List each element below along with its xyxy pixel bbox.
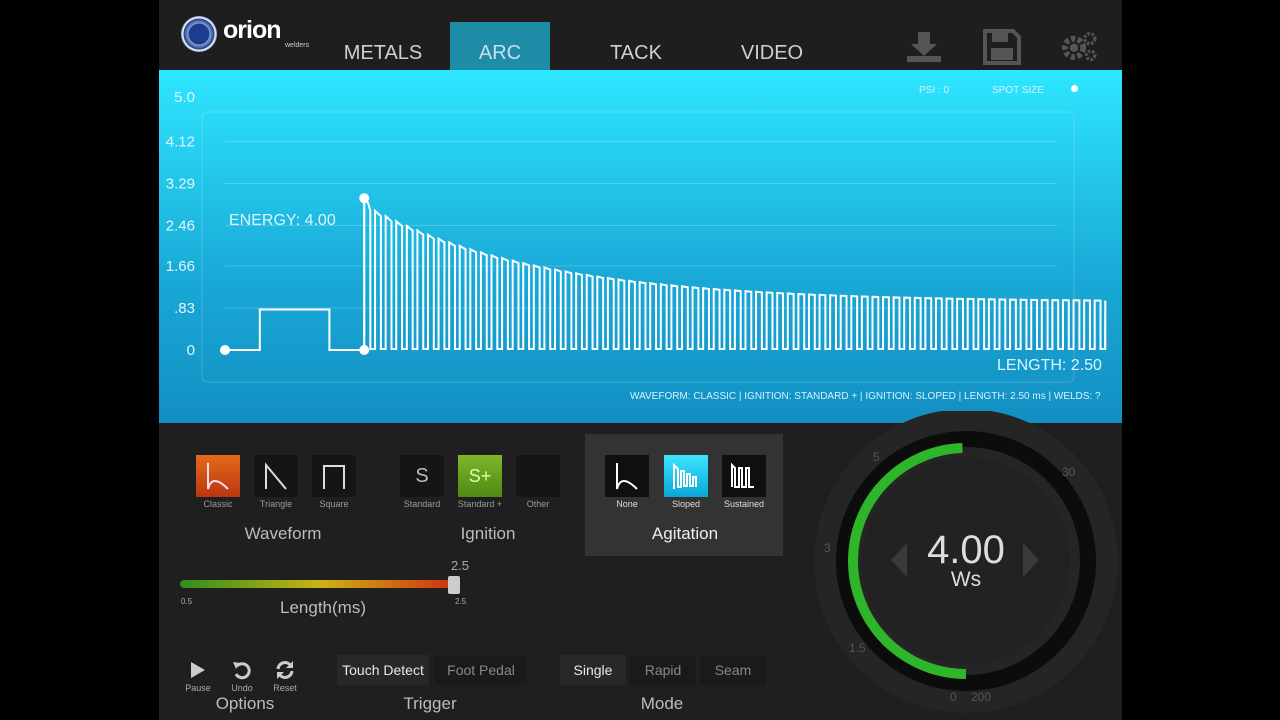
length-slider-thumb[interactable] xyxy=(448,576,460,594)
tab-arc[interactable]: ARC xyxy=(450,22,550,70)
orion-logo: orion welders xyxy=(181,14,309,54)
length-title: Length(ms) xyxy=(280,598,366,617)
controls-panel: Classic Triangle Square Waveform S S+ St… xyxy=(159,411,1122,720)
mode-rapid[interactable]: Rapid xyxy=(630,655,696,685)
dial-tick-0: 0 xyxy=(950,690,957,704)
y-tick-label: 2.46 xyxy=(166,218,195,235)
triangle-wave-icon xyxy=(265,462,287,490)
waveform-handle xyxy=(220,345,230,355)
y-tick-label: 1.66 xyxy=(166,258,195,275)
plot-frame xyxy=(201,111,1075,383)
waveform-group-title: Waveform xyxy=(244,524,322,543)
logo-subtext: welders xyxy=(285,42,310,49)
waveform-graph[interactable]: 5.0 4.12 3.29 2.46 1.66 .83 0 PSI : 0 SPOT SIZ… xyxy=(159,70,1122,423)
length-label: LENGTH: 2.50 xyxy=(997,357,1102,374)
waveform-square-label: Square xyxy=(319,499,349,509)
mode-single[interactable]: Single xyxy=(560,655,626,685)
sloped-agitation-icon xyxy=(673,462,697,489)
tab-tack[interactable]: TACK xyxy=(586,22,686,70)
waveform-triangle-button[interactable] xyxy=(254,455,298,497)
agitation-none-label: None xyxy=(616,499,638,509)
dial-unit: Ws xyxy=(950,568,982,591)
ignition-standard-plus-button[interactable]: S+ xyxy=(458,455,502,497)
agitation-sloped-label: Sloped xyxy=(671,499,701,509)
y-tick-label: 3.29 xyxy=(166,176,195,193)
mode-seam[interactable]: Seam xyxy=(700,655,766,685)
settings-summary: WAVEFORM: CLASSIC | IGNITION: STANDARD +… xyxy=(630,391,1101,402)
reset-icon[interactable] xyxy=(274,659,296,681)
trigger-foot-pedal[interactable]: Foot Pedal xyxy=(435,655,527,685)
mode-group-title: Mode xyxy=(640,694,684,713)
options-group-title: Options xyxy=(215,694,275,713)
length-value-readout: 2.5 xyxy=(450,558,470,573)
dial-tick-30: 30 xyxy=(1062,465,1076,479)
y-tick-label: 4.12 xyxy=(166,134,195,151)
reset-label: Reset xyxy=(273,683,297,693)
ignition-other-button[interactable] xyxy=(516,455,560,497)
y-tick-label: .83 xyxy=(174,300,195,317)
dial-tick-3: 3 xyxy=(824,541,831,555)
spot-size-indicator[interactable] xyxy=(1071,85,1078,92)
ignition-standard-label: Standard xyxy=(403,499,441,509)
sustained-agitation-icon xyxy=(731,462,754,488)
spot-size-label: SPOT SIZE xyxy=(992,85,1045,96)
agitation-none-button[interactable] xyxy=(605,455,649,497)
waveform-square-button[interactable] xyxy=(312,455,356,497)
pause-label: Pause xyxy=(185,683,211,693)
classic-wave-icon xyxy=(207,463,229,490)
download-icon[interactable] xyxy=(904,28,944,66)
ignition-group-title: Ignition xyxy=(460,524,516,543)
tab-metals[interactable]: METALS xyxy=(333,22,433,70)
welder-app: orion welders METALS ARC TACK VIDEO 5.0 4… xyxy=(159,0,1122,720)
undo-label: Undo xyxy=(231,683,253,693)
trigger-touch-detect[interactable]: Touch Detect xyxy=(337,655,429,685)
agitation-sustained-label: Sustained xyxy=(723,499,765,509)
trigger-group-title: Trigger xyxy=(403,694,457,713)
top-navigation-bar: orion welders METALS ARC TACK VIDEO xyxy=(159,0,1122,70)
dial-tick-5: 5 xyxy=(873,450,880,464)
energy-label: ENERGY: 4.00 xyxy=(229,212,336,229)
waveform-classic-label: Classic xyxy=(203,499,233,509)
dial-tick-200: 200 xyxy=(971,690,992,704)
tab-video[interactable]: VIDEO xyxy=(722,22,822,70)
length-min-label: 0.5 xyxy=(181,597,193,606)
ignition-standard-button[interactable]: S xyxy=(400,455,444,497)
ignition-other-label: Other xyxy=(526,499,550,509)
dial-tick-1-5: 1.5 xyxy=(849,641,866,655)
y-tick-label: 5.0 xyxy=(174,89,195,106)
save-icon[interactable] xyxy=(982,28,1022,66)
none-agitation-icon xyxy=(616,463,638,490)
logo-text: orion xyxy=(223,16,281,44)
waveform-line xyxy=(225,195,1107,351)
waveform-classic-button[interactable] xyxy=(196,455,240,497)
pause-icon[interactable] xyxy=(187,660,209,680)
dial-value: 4.00 xyxy=(927,528,1005,572)
dial-increase-arrow-icon[interactable] xyxy=(1021,541,1041,579)
settings-gear-icon[interactable] xyxy=(1059,28,1099,66)
agitation-sustained-button[interactable] xyxy=(722,455,766,497)
psi-readout: PSI : 0 xyxy=(919,85,950,96)
length-max-label: 2.5 xyxy=(455,597,467,606)
logo-ring-icon xyxy=(181,16,217,52)
undo-icon[interactable] xyxy=(231,659,253,681)
dial-decrease-arrow-icon[interactable] xyxy=(889,541,909,579)
ignition-standard-plus-label: Standard + xyxy=(457,499,503,509)
agitation-sloped-button[interactable] xyxy=(664,455,708,497)
graph-canvas: 5.0 4.12 3.29 2.46 1.66 .83 0 xyxy=(166,89,1107,383)
square-wave-icon xyxy=(323,465,345,489)
agitation-group-title: Agitation xyxy=(651,524,719,543)
y-tick-label: 0 xyxy=(187,342,195,359)
length-slider-track[interactable] xyxy=(180,580,460,588)
waveform-triangle-label: Triangle xyxy=(259,499,293,509)
